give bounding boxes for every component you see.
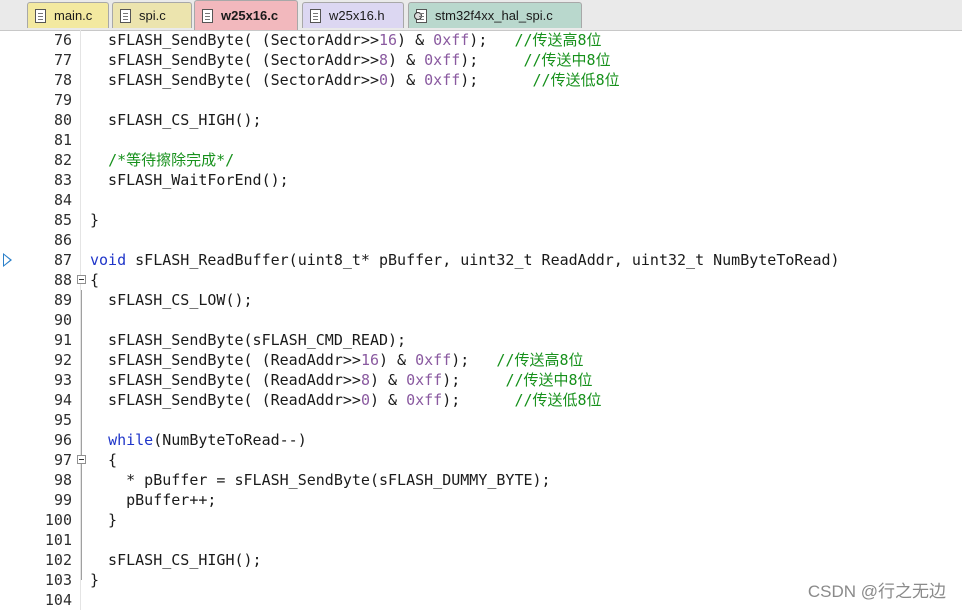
locked-file-icon [414, 8, 429, 24]
code-text: { [90, 451, 118, 469]
code-text: sFLASH_SendByte( (ReadAddr>>8) & 0xff); … [90, 371, 593, 389]
line-number: 91 [53, 331, 72, 349]
line-number: 92 [53, 351, 72, 369]
line-number: 102 [44, 551, 72, 569]
code-line-88[interactable]: 88 { [0, 270, 962, 290]
line-number: 86 [53, 231, 72, 249]
code-text: } [90, 511, 118, 529]
code-text: /*等待擦除完成*/ [108, 151, 235, 169]
line-number: 85 [53, 211, 72, 229]
line-number: 104 [44, 591, 72, 609]
code-line-87[interactable]: 87 void sFLASH_ReadBuffer(uint8_t* pBuffe… [0, 250, 962, 270]
tab-spi-c[interactable]: spi.c [112, 2, 192, 28]
fold-toggle-icon[interactable] [77, 455, 86, 464]
code-line-86[interactable]: 86 [0, 230, 962, 250]
code-line-92[interactable]: 92 sFLASH_SendByte( (ReadAddr>>16) & 0xf… [0, 350, 962, 370]
code-line-79[interactable]: 79 [0, 90, 962, 110]
line-number: 90 [53, 311, 72, 329]
code-text: } [90, 571, 100, 589]
line-number: 100 [44, 511, 72, 529]
code-line-90[interactable]: 90 [0, 310, 962, 330]
tab-main-c[interactable]: main.c [27, 2, 109, 28]
current-line-arrow-icon [3, 253, 12, 267]
c-file-icon [119, 8, 133, 24]
code-text: { [90, 271, 100, 289]
c-file-icon [34, 8, 48, 24]
code-line-96[interactable]: 96 while(NumByteToRead--) [0, 430, 962, 450]
line-number: 98 [53, 471, 72, 489]
tab-label: spi.c [139, 8, 166, 23]
code-line-80[interactable]: 80 sFLASH_CS_HIGH(); [0, 110, 962, 130]
code-line-101[interactable]: 101 [0, 530, 962, 550]
tab-label: w25x16.h [329, 8, 385, 23]
line-number: 82 [53, 151, 72, 169]
code-line-85[interactable]: 85} [0, 210, 962, 230]
tab-label: stm32f4xx_hal_spi.c [435, 8, 553, 23]
code-line-84[interactable]: 84 [0, 190, 962, 210]
code-line-76[interactable]: 76 sFLASH_SendByte( (SectorAddr>>16) & 0… [0, 30, 962, 50]
line-number: 95 [53, 411, 72, 429]
code-text: sFLASH_CS_HIGH(); [90, 551, 262, 569]
tab-label: main.c [54, 8, 93, 23]
code-line-78[interactable]: 78 sFLASH_SendByte( (SectorAddr>>0) & 0x… [0, 70, 962, 90]
line-number: 83 [53, 171, 72, 189]
code-line-81[interactable]: 81 [0, 130, 962, 150]
code-line-91[interactable]: 91 sFLASH_SendByte(sFLASH_CMD_READ); [0, 330, 962, 350]
line-number: 77 [53, 51, 72, 69]
tab-stm32f4xx-hal-spi-c[interactable]: stm32f4xx_hal_spi.c [408, 2, 582, 28]
line-number: 93 [53, 371, 72, 389]
code-text: sFLASH_SendByte( (SectorAddr>>0) & 0xff)… [90, 71, 620, 89]
code-line-97[interactable]: 97 { [0, 450, 962, 470]
code-text: pBuffer++; [90, 491, 217, 509]
tab-label: w25x16.c [221, 8, 279, 23]
h-file-icon [309, 8, 323, 24]
tab-w25x16-h[interactable]: w25x16.h [302, 2, 404, 28]
code-text: * pBuffer = sFLASH_SendByte(sFLASH_DUMMY… [90, 471, 551, 489]
code-line-102[interactable]: 102 sFLASH_CS_HIGH(); [0, 550, 962, 570]
line-number: 94 [53, 391, 72, 409]
code-line-89[interactable]: 89 sFLASH_CS_LOW(); [0, 290, 962, 310]
code-text: sFLASH_SendByte( (SectorAddr>>8) & 0xff)… [90, 51, 611, 69]
line-number: 79 [53, 91, 72, 109]
file-tab-bar: main.c spi.c w25x16.c w25x16.h stm32f4xx… [0, 0, 962, 31]
code-text: sFLASH_WaitForEnd(); [90, 171, 289, 189]
line-number: 103 [44, 571, 72, 589]
line-number: 81 [53, 131, 72, 149]
code-text: sFLASH_SendByte( (ReadAddr>>16) & 0xff);… [90, 351, 584, 369]
line-number: 76 [53, 31, 72, 49]
code-text: while(NumByteToRead--) [108, 431, 307, 449]
fold-toggle-icon[interactable] [77, 275, 86, 284]
line-number: 97 [53, 451, 72, 469]
code-text: } [90, 211, 100, 229]
code-line-93[interactable]: 93 sFLASH_SendByte( (ReadAddr>>8) & 0xff… [0, 370, 962, 390]
code-line-94[interactable]: 94 sFLASH_SendByte( (ReadAddr>>0) & 0xff… [0, 390, 962, 410]
code-line-100[interactable]: 100 } [0, 510, 962, 530]
c-file-icon [201, 8, 215, 24]
line-number: 96 [53, 431, 72, 449]
line-number: 88 [53, 271, 72, 289]
line-number: 89 [53, 291, 72, 309]
code-text: sFLASH_CS_LOW(); [90, 291, 253, 309]
line-number: 84 [53, 191, 72, 209]
tab-w25x16-c[interactable]: w25x16.c [194, 0, 298, 30]
code-line-82[interactable]: 82 /*等待擦除完成*/ [0, 150, 962, 170]
line-number: 78 [53, 71, 72, 89]
watermark: CSDN @行之无边 [807, 582, 946, 601]
code-line-99[interactable]: 99 pBuffer++; [0, 490, 962, 510]
code-line-95[interactable]: 95 [0, 410, 962, 430]
code-text: sFLASH_SendByte(sFLASH_CMD_READ); [90, 331, 407, 349]
line-number: 99 [53, 491, 72, 509]
code-text: sFLASH_CS_HIGH(); [90, 111, 262, 129]
code-line-98[interactable]: 98 * pBuffer = sFLASH_SendByte(sFLASH_DU… [0, 470, 962, 490]
line-number: 80 [53, 111, 72, 129]
code-text: sFLASH_SendByte( (ReadAddr>>0) & 0xff); … [90, 391, 602, 409]
line-number: 101 [44, 531, 72, 549]
code-line-83[interactable]: 83 sFLASH_WaitForEnd(); [0, 170, 962, 190]
code-text: sFLASH_SendByte( (SectorAddr>>16) & 0xff… [90, 31, 602, 49]
code-text: void sFLASH_ReadBuffer(uint8_t* pBuffer,… [90, 251, 840, 269]
code-editor[interactable]: 76 sFLASH_SendByte( (SectorAddr>>16) & 0… [0, 30, 962, 610]
code-line-77[interactable]: 77 sFLASH_SendByte( (SectorAddr>>8) & 0x… [0, 50, 962, 70]
